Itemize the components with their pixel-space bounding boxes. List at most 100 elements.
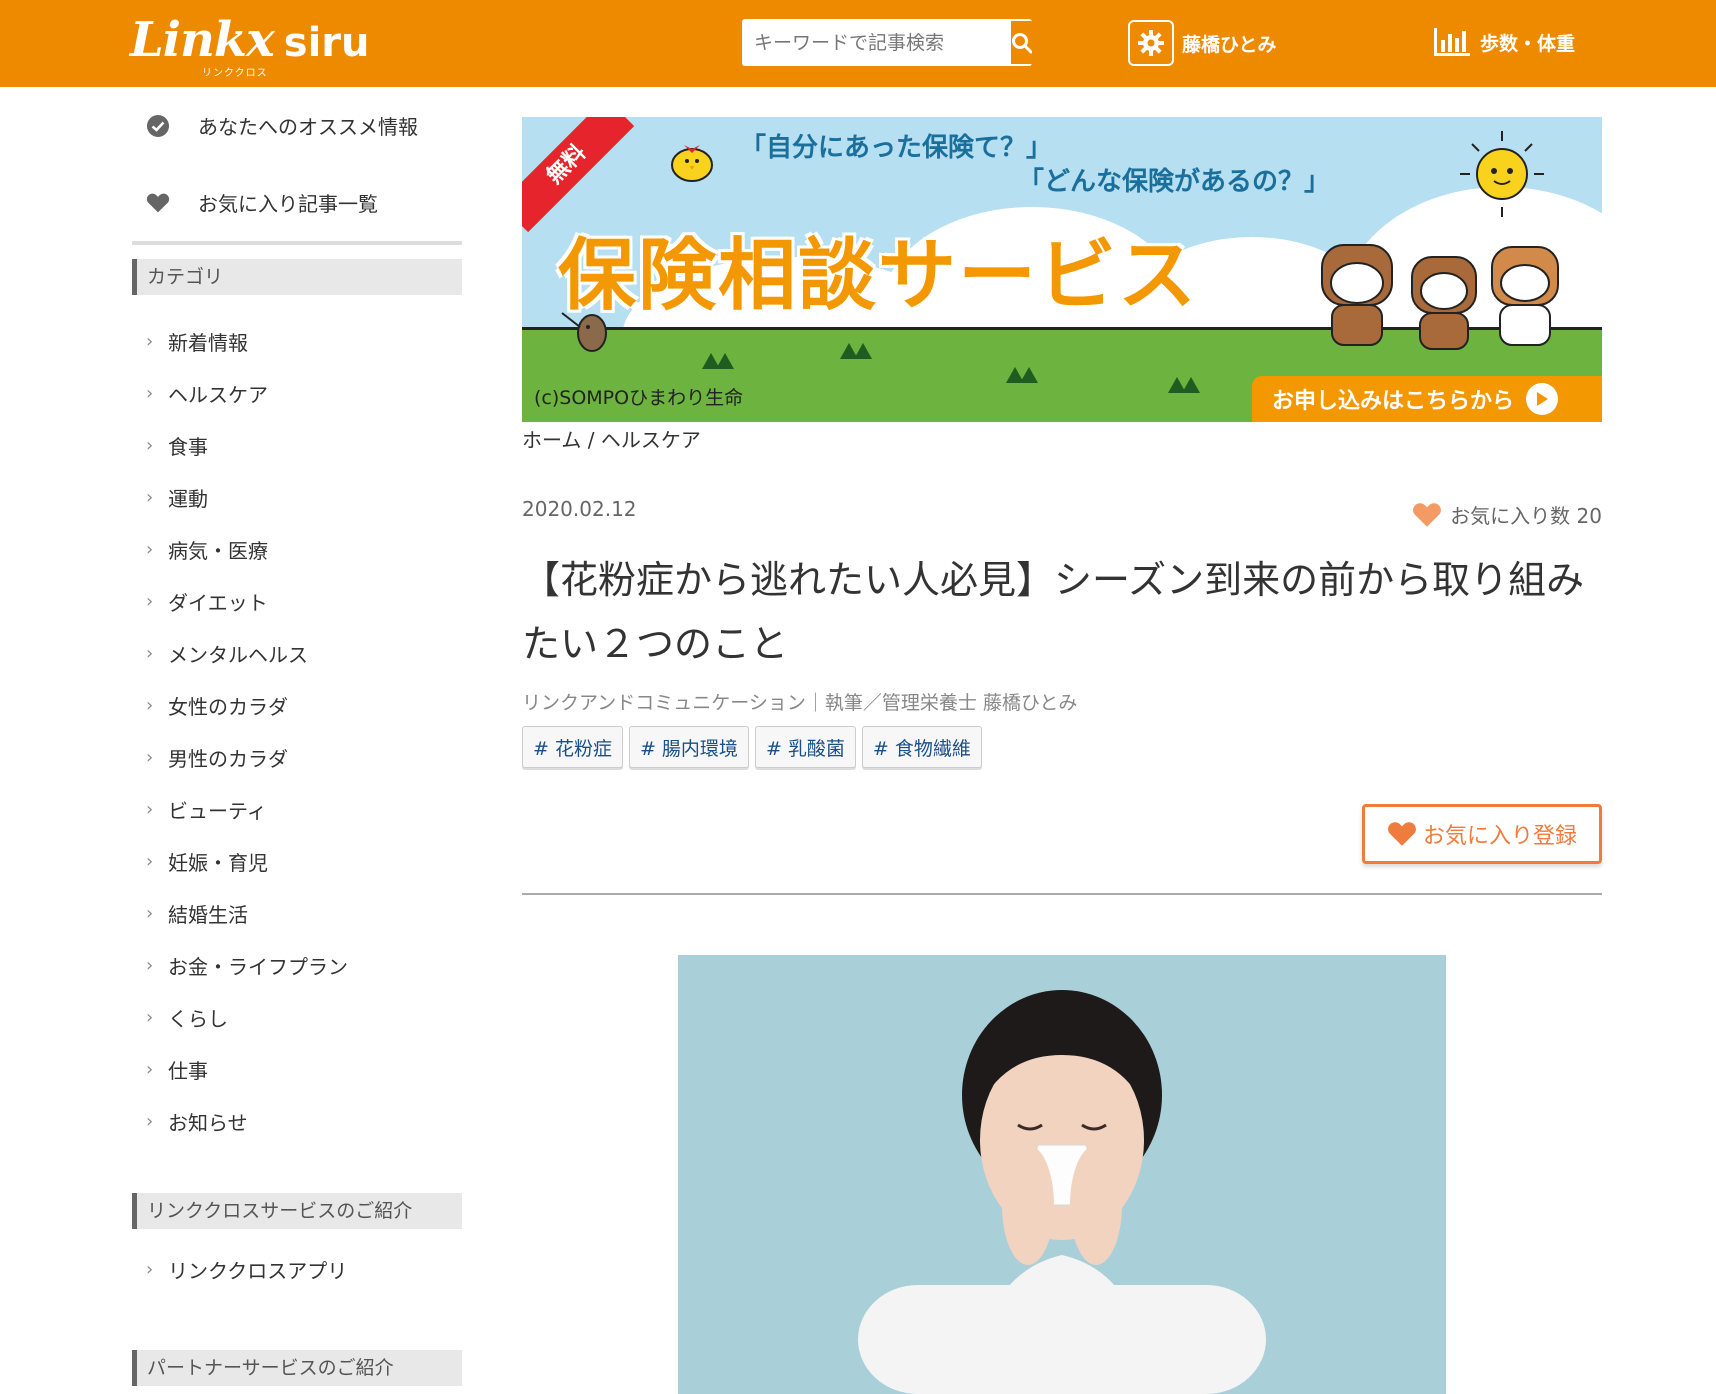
category-item[interactable]: › くらし	[132, 991, 462, 1043]
add-favorite-button[interactable]: お気に入り登録	[1362, 804, 1602, 864]
site-logo[interactable]: Linkx siru リンククロス	[130, 14, 370, 79]
article-divider	[522, 893, 1602, 895]
sidebar-item-favorites[interactable]: お気に入り記事一覧	[132, 164, 462, 241]
publish-date: 2020.02.12	[522, 497, 637, 521]
chevron-right-icon: ›	[146, 330, 154, 352]
category-item[interactable]: › 結婚生活	[132, 887, 462, 939]
banner-mountain	[1020, 367, 1038, 383]
tag-link[interactable]: # 花粉症	[522, 726, 623, 768]
logo-siru-text: siru	[283, 20, 370, 66]
article-title: 【花粉症から逃れたい人必見】シーズン到来の前から取り組みたい２つのこと	[522, 558, 1585, 666]
category-label: お知らせ	[168, 1110, 248, 1135]
banner-mountain	[1182, 377, 1200, 393]
category-label: ヘルスケア	[168, 382, 268, 407]
category-item[interactable]: › ビューティ	[132, 783, 462, 835]
favorite-count-label: お気に入り数 20	[1450, 504, 1602, 528]
logo-subtitle: リンククロス	[202, 68, 268, 79]
chevron-right-icon: ›	[146, 590, 154, 612]
category-label: 結婚生活	[168, 902, 248, 927]
chevron-right-icon: ›	[146, 798, 154, 820]
banner-mountain	[854, 343, 872, 359]
banner-apply-label: お申し込みはこちらから	[1272, 389, 1515, 414]
tag-link[interactable]: # 腸内環境	[628, 726, 749, 768]
settings-button[interactable]	[1128, 20, 1174, 66]
sun-illustration	[1460, 131, 1544, 217]
sidebar: あなたへのオススメ情報 お気に入り記事一覧 カテゴリ › 新着情報 › ヘルスケア …	[132, 87, 462, 1386]
category-label: ダイエット	[168, 590, 268, 615]
gear-icon	[1138, 30, 1164, 56]
category-item[interactable]: › メンタルヘルス	[132, 627, 462, 679]
category-label: ビューティ	[168, 798, 267, 823]
user-name: 藤橋ひとみ	[1182, 33, 1277, 56]
tag-link[interactable]: # 食物繊維	[861, 726, 982, 768]
heart-icon	[1388, 822, 1416, 846]
category-label: お金・ライフプラン	[168, 954, 348, 979]
banner-title: 保険相談サービス	[558, 231, 1199, 321]
insurance-banner[interactable]: 無料 「自分にあった保険て？」 「どんな保険があるの？」 保険相談サービス (c…	[522, 117, 1602, 422]
raccoon-characters-illustration	[1321, 244, 1559, 350]
site-header: Linkx siru リンククロス キーワードで記事検索 藤橋ひとみ 歩数・体重	[0, 0, 1716, 87]
chick-illustration	[671, 145, 713, 182]
user-menu[interactable]: 藤橋ひとみ	[1128, 20, 1276, 66]
banner-question-1: 「自分にあった保険て？」	[740, 133, 1053, 163]
category-item[interactable]: › お知らせ	[132, 1095, 462, 1147]
sidebar-item-recommended[interactable]: あなたへのオススメ情報	[132, 87, 462, 164]
chevron-right-icon: ›	[146, 1006, 154, 1028]
sidebar-item-label: あなたへのオススメ情報	[198, 115, 418, 139]
category-item[interactable]: › ヘルスケア	[132, 367, 462, 419]
service-item[interactable]: › リンククロスアプリ	[132, 1243, 462, 1295]
chevron-right-icon: ›	[146, 382, 154, 404]
category-item[interactable]: › 男性のカラダ	[132, 731, 462, 783]
check-circle-icon	[146, 114, 170, 138]
banner-question-2: 「どんな保険があるの？」	[1018, 167, 1331, 197]
category-item[interactable]: › お金・ライフプラン	[132, 939, 462, 991]
category-item[interactable]: › 新着情報	[132, 315, 462, 367]
category-item[interactable]: › 女性のカラダ	[132, 679, 462, 731]
category-label: くらし	[168, 1006, 228, 1031]
article-hero-image	[678, 955, 1446, 1394]
category-label: 男性のカラダ	[168, 746, 288, 771]
heart-icon	[146, 191, 170, 215]
chevron-right-icon: ›	[146, 902, 154, 924]
search-input[interactable]	[742, 19, 1009, 66]
sidebar-item-label: お気に入り記事一覧	[198, 192, 378, 216]
category-label: 食事	[168, 434, 208, 459]
category-item[interactable]: › 運動	[132, 471, 462, 523]
category-item[interactable]: › 妊娠・育児	[132, 835, 462, 887]
chevron-right-icon: ›	[146, 746, 154, 768]
chevron-right-icon: ›	[146, 434, 154, 456]
chevron-right-icon: ›	[146, 538, 154, 560]
category-label: 仕事	[168, 1058, 208, 1083]
chevron-right-icon: ›	[146, 694, 154, 716]
heart-icon	[1413, 502, 1442, 527]
category-label: 新着情報	[168, 330, 248, 355]
chevron-right-icon: ›	[146, 1058, 154, 1080]
category-item[interactable]: › 食事	[132, 419, 462, 471]
sidebar-divider	[132, 241, 462, 245]
search-button[interactable]	[1009, 19, 1032, 66]
category-item[interactable]: › 病気・医療	[132, 523, 462, 575]
breadcrumb[interactable]: ホーム / ヘルスケア	[522, 424, 701, 453]
category-label: 女性のカラダ	[168, 694, 288, 719]
chevron-right-icon: ›	[146, 850, 154, 872]
banner-apply-button[interactable]: お申し込みはこちらから	[1252, 376, 1602, 422]
category-item[interactable]: › 仕事	[132, 1043, 462, 1095]
services-heading: リンククロスサービスのご紹介	[132, 1193, 462, 1229]
tag-list: # 花粉症 # 腸内環境 # 乳酸菌 # 食物繊維	[522, 726, 982, 768]
chevron-right-icon: ›	[146, 1258, 154, 1280]
steps-weight-label: 歩数・体重	[1480, 32, 1576, 55]
steps-weight-link[interactable]: 歩数・体重	[1434, 28, 1575, 56]
add-favorite-label: お気に入り登録	[1422, 824, 1577, 849]
partner-heading: パートナーサービスのご紹介	[132, 1350, 462, 1386]
chevron-right-icon: ›	[146, 642, 154, 664]
category-label: 病気・医療	[168, 538, 268, 563]
bar-chart-icon	[1434, 28, 1470, 56]
tag-link[interactable]: # 乳酸菌	[754, 726, 856, 768]
article-author: リンクアンドコミュニケーション｜執筆／管理栄養士 藤橋ひとみ	[522, 692, 1078, 714]
category-label: メンタルヘルス	[168, 642, 308, 667]
category-heading: カテゴリ	[132, 259, 462, 295]
favorite-count: お気に入り数 20	[1412, 500, 1602, 529]
search-icon	[1012, 32, 1032, 53]
category-item[interactable]: › ダイエット	[132, 575, 462, 627]
category-list: › 新着情報 › ヘルスケア › 食事 › 運動 › 病気・医療 › ダイエット › メンタル…	[132, 315, 462, 1147]
